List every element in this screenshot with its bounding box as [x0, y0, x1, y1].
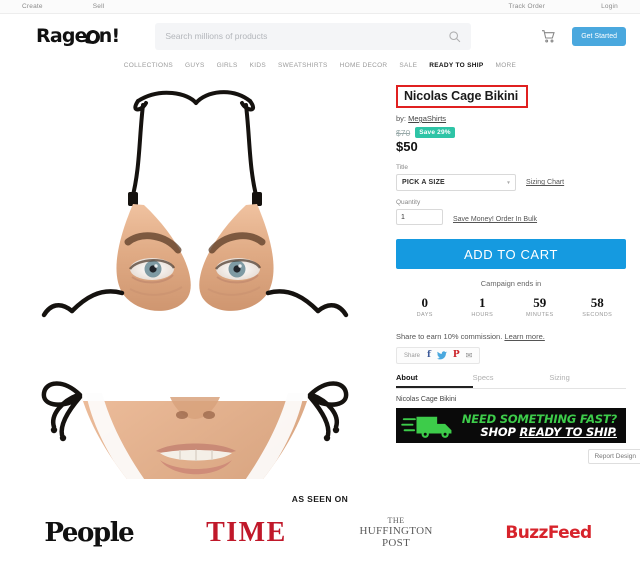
bikini-illustration	[41, 90, 349, 479]
utility-right-links: Track Order Login	[508, 3, 640, 10]
original-price: $70	[396, 127, 411, 138]
product-tabs: About Specs Sizing	[396, 373, 626, 389]
product-title-highlight: Nicolas Cage Bikini	[396, 85, 529, 108]
countdown-seconds-value: 58	[590, 295, 604, 310]
huffpost-line-1: THE	[387, 515, 405, 525]
bulk-order-link[interactable]: Save Money! Order In Bulk	[453, 216, 537, 223]
countdown-minutes-value: 59	[533, 295, 547, 310]
current-price: $50	[396, 139, 418, 154]
product-image[interactable]	[10, 79, 388, 479]
facebook-icon[interactable]: f	[427, 351, 431, 360]
share-bar: Share f P ✉	[396, 347, 481, 364]
site-header: Rage n! Get Started	[0, 14, 640, 58]
banner-text: NEED SOMETHING FAST? SHOP READY TO SHIP.	[459, 413, 621, 437]
nav-item-collections[interactable]: COLLECTIONS	[124, 62, 173, 69]
quantity-row: Quantity Save Money! Order In Bulk	[396, 199, 626, 225]
huffpost-line-3: POST	[382, 537, 411, 550]
learn-more-link[interactable]: Learn more.	[504, 332, 544, 341]
huffpost-line-2: HUFFINGTON	[359, 524, 433, 537]
utility-left-links: Create Sell	[0, 3, 104, 10]
countdown-hours-value: 1	[479, 295, 486, 310]
utility-link-create[interactable]: Create	[22, 3, 43, 10]
people-logo: People	[44, 517, 134, 548]
countdown-minutes: 59 MINUTES	[511, 295, 569, 318]
nav-item-sweatshirts[interactable]: SWEATSHIRTS	[278, 62, 328, 69]
twitter-icon[interactable]	[436, 351, 447, 360]
campaign-countdown: 0 DAYS 1 HOURS 59 MINUTES 58 SECONDS	[396, 295, 626, 318]
nav-item-home-decor[interactable]: HOME DECOR	[340, 62, 388, 69]
sizing-chart-link[interactable]: Sizing Chart	[526, 179, 564, 186]
as-seen-on-section: AS SEEN ON People TIME THE HUFFINGTON PO…	[0, 494, 640, 562]
report-design-button[interactable]: Report Design	[588, 449, 640, 464]
tab-specs[interactable]: Specs	[473, 373, 550, 388]
search-input[interactable]	[165, 31, 449, 41]
pinterest-icon[interactable]: P	[453, 351, 460, 360]
share-label: Share	[404, 352, 421, 359]
countdown-hours-label: HOURS	[471, 312, 494, 318]
search-icon[interactable]	[448, 30, 461, 43]
nav-item-more[interactable]: MORE	[495, 62, 516, 69]
countdown-seconds: 58 SECONDS	[569, 295, 627, 318]
byline-prefix: by:	[396, 114, 407, 123]
campaign-heading: Campaign ends in	[480, 279, 542, 288]
press-logo-row: People TIME THE HUFFINGTON POST BuzzFeed	[0, 516, 640, 550]
delivery-truck-icon	[401, 416, 452, 438]
share-note-text: Share to earn 10% commission.	[396, 332, 503, 341]
countdown-seconds-label: SECONDS	[582, 312, 613, 318]
utility-bar: Create Sell Track Order Login	[0, 0, 640, 14]
logo-text-pre: Rage	[36, 25, 88, 47]
main-navigation: COLLECTIONS GUYS GIRLS KIDS SWEATSHIRTS …	[0, 58, 640, 79]
product-detail-panel: Nicolas Cage Bikini by: MegaShirts $70 S…	[388, 79, 640, 479]
countdown-days-label: DAYS	[416, 312, 433, 318]
get-started-button[interactable]: Get Started	[572, 26, 626, 46]
email-icon[interactable]: ✉	[466, 351, 473, 360]
nav-item-kids[interactable]: KIDS	[250, 62, 266, 69]
tab-sizing[interactable]: Sizing	[549, 373, 626, 388]
add-to-cart-button[interactable]: ADD TO CART	[396, 239, 626, 269]
save-badge: Save 29%	[415, 127, 455, 138]
tab-about[interactable]: About	[396, 373, 473, 388]
ready-to-ship-banner[interactable]: NEED SOMETHING FAST? SHOP READY TO SHIP.	[396, 408, 626, 443]
countdown-hours: 1 HOURS	[454, 295, 512, 318]
countdown-minutes-label: MINUTES	[525, 312, 554, 318]
shopping-cart-icon[interactable]	[540, 28, 556, 44]
chevron-down-icon: ▾	[507, 179, 510, 186]
size-select-row: PICK A SIZE ▾ Sizing Chart	[396, 174, 626, 191]
banner-line-2: SHOP READY TO SHIP.	[459, 424, 618, 439]
buzzfeed-logo: BuzzFeed	[505, 522, 592, 543]
quantity-input[interactable]	[396, 209, 443, 225]
nav-item-ready-to-ship[interactable]: READY TO SHIP	[429, 62, 483, 69]
banner-line-2-underlined: READY TO SHIP.	[519, 424, 618, 439]
share-commission-note: Share to earn 10% commission. Learn more…	[396, 332, 626, 341]
nav-item-girls[interactable]: GIRLS	[217, 62, 238, 69]
time-logo: TIME	[206, 516, 287, 548]
page-content: Nicolas Cage Bikini by: MegaShirts $70 S…	[0, 79, 640, 479]
size-field-label: Title	[396, 164, 409, 171]
product-description: Nicolas Cage Bikini	[396, 396, 457, 403]
countdown-days: 0 DAYS	[396, 295, 454, 318]
seller-byline: by: MegaShirts	[396, 114, 626, 123]
quantity-label: Quantity	[396, 199, 421, 206]
page-title: Nicolas Cage Bikini	[404, 89, 519, 103]
price-row: $70 Save 29%	[396, 127, 626, 138]
as-seen-on-title: AS SEEN ON	[291, 493, 349, 504]
utility-link-track-order[interactable]: Track Order	[508, 3, 545, 10]
huffington-post-logo: THE HUFFINGTON POST	[360, 516, 433, 550]
nav-item-sale[interactable]: SALE	[399, 62, 417, 69]
nav-item-guys[interactable]: GUYS	[185, 62, 205, 69]
logo-text-post: n!	[98, 25, 120, 47]
rageon-logo[interactable]: Rage n!	[36, 25, 120, 47]
quantity-group: Quantity	[396, 199, 443, 225]
size-select[interactable]: PICK A SIZE ▾	[396, 174, 516, 191]
seller-link[interactable]: MegaShirts	[408, 114, 446, 123]
utility-link-login[interactable]: Login	[601, 3, 618, 10]
countdown-days-value: 0	[421, 295, 429, 310]
report-row: Report Design	[396, 449, 640, 464]
banner-line-2-pre: SHOP	[480, 424, 520, 439]
search-bar[interactable]	[155, 22, 472, 50]
size-select-value: PICK A SIZE	[402, 179, 445, 186]
utility-link-sell[interactable]: Sell	[93, 3, 105, 10]
